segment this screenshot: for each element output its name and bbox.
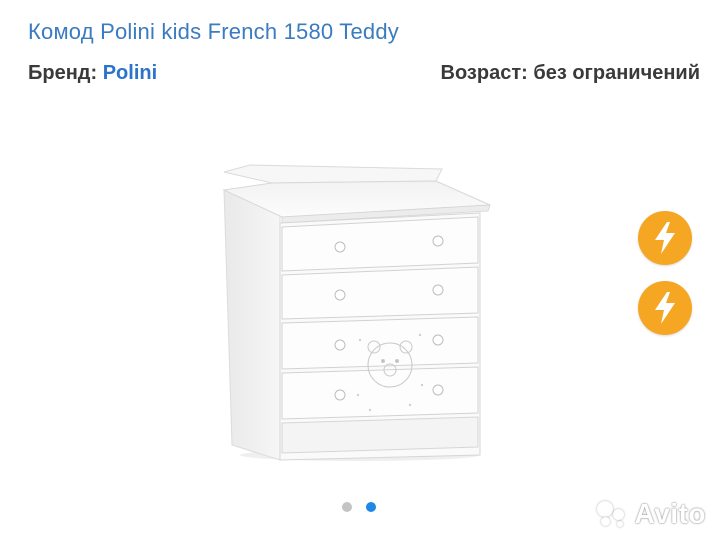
- product-photo[interactable]: [210, 155, 500, 470]
- listing-title[interactable]: Комод Polini kids French 1580 Teddy: [28, 19, 399, 45]
- brand-label: Бренд:: [28, 62, 98, 84]
- age-label: Возраст:: [440, 62, 528, 84]
- photo-gallery[interactable]: [0, 100, 720, 495]
- lightning-bolt-icon[interactable]: [638, 211, 692, 265]
- listing-page: Комод Polini kids French 1580 Teddy Брен…: [0, 0, 720, 539]
- pager-dot-active[interactable]: [366, 502, 376, 512]
- avito-logo-icon: [595, 499, 629, 529]
- gallery-pager: [342, 502, 376, 514]
- listing-meta-row: Бренд: Polini Возраст: без ограничений: [28, 62, 700, 88]
- brand-field: Бренд: Polini: [28, 62, 157, 85]
- avito-watermark-text: Avito: [634, 498, 706, 529]
- avito-watermark: Avito: [595, 496, 706, 532]
- age-field: Возраст: без ограничений: [441, 62, 700, 85]
- lightning-bolt-icon[interactable]: [638, 281, 692, 335]
- brand-link[interactable]: Polini: [103, 62, 157, 84]
- age-value: без ограничений: [533, 62, 700, 84]
- pager-dot[interactable]: [342, 502, 352, 512]
